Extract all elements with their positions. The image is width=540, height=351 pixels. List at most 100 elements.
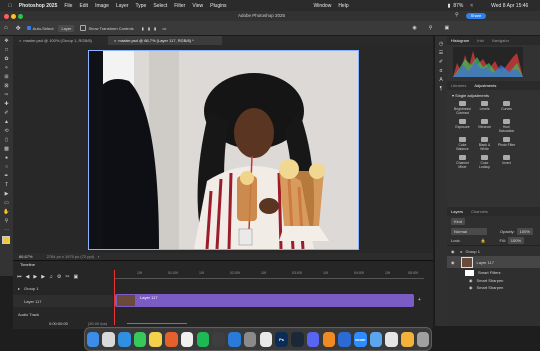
prev-frame-icon[interactable]: ◀: [26, 274, 30, 280]
single-adjustments-header[interactable]: ▾ Single adjustments: [447, 90, 540, 101]
wifi-icon[interactable]: ≈: [470, 3, 473, 9]
adj-brightness-contrast[interactable]: Brightness/ Contrast: [453, 101, 472, 115]
tab-histogram[interactable]: Histogram: [447, 38, 473, 43]
brush-settings-icon[interactable]: ✐: [435, 57, 447, 66]
dock-spotify-icon[interactable]: [196, 331, 210, 347]
dock-discord-icon[interactable]: [306, 331, 320, 347]
layer-row[interactable]: Smart Filters: [447, 268, 540, 277]
zoom-slider[interactable]: [127, 322, 188, 324]
apple-icon[interactable]: : [8, 3, 12, 9]
dock-safari-icon[interactable]: [117, 331, 131, 347]
settings-icon[interactable]: ⚙: [57, 274, 61, 280]
audio-icon[interactable]: ♫: [49, 274, 53, 280]
eye-icon[interactable]: ◉: [469, 285, 473, 290]
adj-invert[interactable]: Invert: [497, 155, 516, 169]
menu-edit[interactable]: Edit: [79, 3, 88, 9]
tab-info[interactable]: Info: [473, 38, 488, 43]
add-media-icon[interactable]: +: [418, 297, 421, 303]
healing-brush-icon[interactable]: ✚: [0, 99, 13, 108]
blend-mode-dropdown[interactable]: Normal: [451, 228, 487, 235]
align-left-icon[interactable]: ▮: [142, 26, 144, 31]
dock-messages-icon[interactable]: [133, 331, 147, 347]
tab-close-icon[interactable]: ×: [19, 38, 21, 43]
dock-bridge-icon[interactable]: [212, 331, 225, 347]
character-icon[interactable]: A: [435, 75, 447, 84]
dock-pencil-icon[interactable]: [401, 331, 414, 347]
dock-finder-icon[interactable]: [86, 331, 100, 347]
dock-mail-icon[interactable]: [369, 331, 383, 347]
tab-adjustments[interactable]: Adjustments: [470, 83, 500, 88]
status-menu-icon[interactable]: ›: [98, 254, 99, 259]
more-options-button[interactable]: •••: [162, 26, 166, 31]
dock-photos-icon[interactable]: [180, 331, 194, 347]
pen-icon[interactable]: ✒: [0, 171, 13, 180]
paragraph-icon[interactable]: ¶: [435, 84, 447, 93]
auto-select-checkbox[interactable]: [26, 26, 31, 30]
eye-icon[interactable]: ◉: [451, 260, 455, 265]
adj-channel-mixer[interactable]: Channel Mixer: [453, 155, 472, 169]
adj-color-lookup[interactable]: Color Lookup: [475, 155, 494, 169]
history-brush-icon[interactable]: ⟲: [0, 126, 13, 135]
track-group[interactable]: ▸ Group 1: [13, 284, 113, 292]
color-swatches[interactable]: [0, 234, 13, 250]
audio-track[interactable]: Audio Track: [13, 311, 113, 318]
filter-kind-dropdown[interactable]: Kind: [451, 218, 466, 225]
adj-levels[interactable]: Levels: [475, 101, 494, 115]
menu-file[interactable]: File: [64, 3, 72, 9]
lasso-icon[interactable]: ✿: [0, 54, 13, 63]
fill-field[interactable]: 100%: [507, 237, 525, 244]
foreground-color[interactable]: [2, 236, 10, 244]
menu-app-name[interactable]: Photoshop 2025: [19, 3, 58, 9]
transition-icon[interactable]: ▣: [74, 274, 79, 280]
adj-photo-filter[interactable]: Photo Filter: [497, 137, 516, 151]
layer-row[interactable]: ◉ ▸ Group 1: [447, 245, 540, 256]
eye-icon[interactable]: ◉: [469, 278, 473, 283]
adj-vibrance[interactable]: Vibrance: [475, 119, 494, 133]
move-icon[interactable]: ✥: [0, 36, 13, 45]
dock-davinci-icon[interactable]: [228, 331, 241, 347]
minimize-button[interactable]: [11, 13, 16, 19]
tab-master-layer[interactable]: × master.psd @ 66.7% (Layer 117, RGB/8) *: [108, 36, 222, 45]
tab-libraries[interactable]: Libraries: [447, 83, 470, 88]
menu-help[interactable]: Help: [338, 3, 348, 9]
move-tool-icon[interactable]: ✥: [16, 25, 21, 32]
clock[interactable]: Wed 8 Apr 15:46: [491, 3, 528, 9]
eraser-icon[interactable]: ▯: [0, 135, 13, 144]
crop-icon[interactable]: ⊞: [0, 72, 13, 81]
dock-photoshop-icon[interactable]: Ps: [275, 331, 288, 347]
menu-layer[interactable]: Layer: [116, 3, 129, 9]
zoom-button[interactable]: [18, 13, 23, 19]
layer-row-selected[interactable]: ◉ Layer 117: [447, 256, 540, 268]
track-layer[interactable]: Layer 117: [13, 295, 113, 307]
zoom-level[interactable]: 66.67%: [19, 254, 33, 259]
adj-hue-saturation[interactable]: Hue/ Saturation: [497, 119, 516, 133]
battery-icon[interactable]: ▮: [448, 3, 451, 9]
properties-icon[interactable]: ☰: [435, 48, 447, 57]
lock-icon[interactable]: 🔒: [481, 238, 486, 243]
timecode[interactable]: 0:00:00:00: [49, 321, 68, 326]
adj-color-balance[interactable]: Color Balance: [453, 137, 472, 151]
first-frame-icon[interactable]: ⏮: [17, 274, 22, 280]
opacity-field[interactable]: 100%: [516, 228, 533, 235]
rectangle-icon[interactable]: ▭: [0, 198, 13, 207]
share-button[interactable]: Share: [466, 12, 486, 19]
clone-stamp-icon[interactable]: ▲: [0, 117, 13, 126]
track-clip[interactable]: Layer 117: [115, 294, 414, 307]
type-icon[interactable]: T: [0, 180, 13, 189]
adj-black-white[interactable]: Black & White: [475, 137, 494, 151]
dock-zoom-icon[interactable]: zoom: [354, 331, 367, 347]
timeline-ruler[interactable]: 10f 01:00f 10f 02:00f 10f 03:00f 10f 04:…: [114, 270, 424, 279]
tab-master-group[interactable]: × master.psd @ 100% (Group 1, RGB/8): [13, 36, 114, 45]
dock-launchpad-icon[interactable]: [102, 331, 115, 347]
home-icon[interactable]: ⌂: [4, 25, 8, 31]
search-icon[interactable]: ⚲: [455, 12, 459, 18]
zoom-tool-icon[interactable]: ⚲: [0, 216, 13, 225]
layer-row[interactable]: ◉ Smart Sharpen: [447, 284, 540, 291]
3d-mode-icon[interactable]: ◉: [412, 25, 416, 31]
menu-select[interactable]: Select: [153, 3, 167, 9]
hand-icon[interactable]: ✋: [0, 207, 13, 216]
show-transform-checkbox[interactable]: [80, 25, 87, 31]
align-right-icon[interactable]: ▮: [154, 26, 156, 31]
tab-close-icon[interactable]: ×: [114, 38, 116, 43]
path-select-icon[interactable]: ▶: [0, 189, 13, 198]
